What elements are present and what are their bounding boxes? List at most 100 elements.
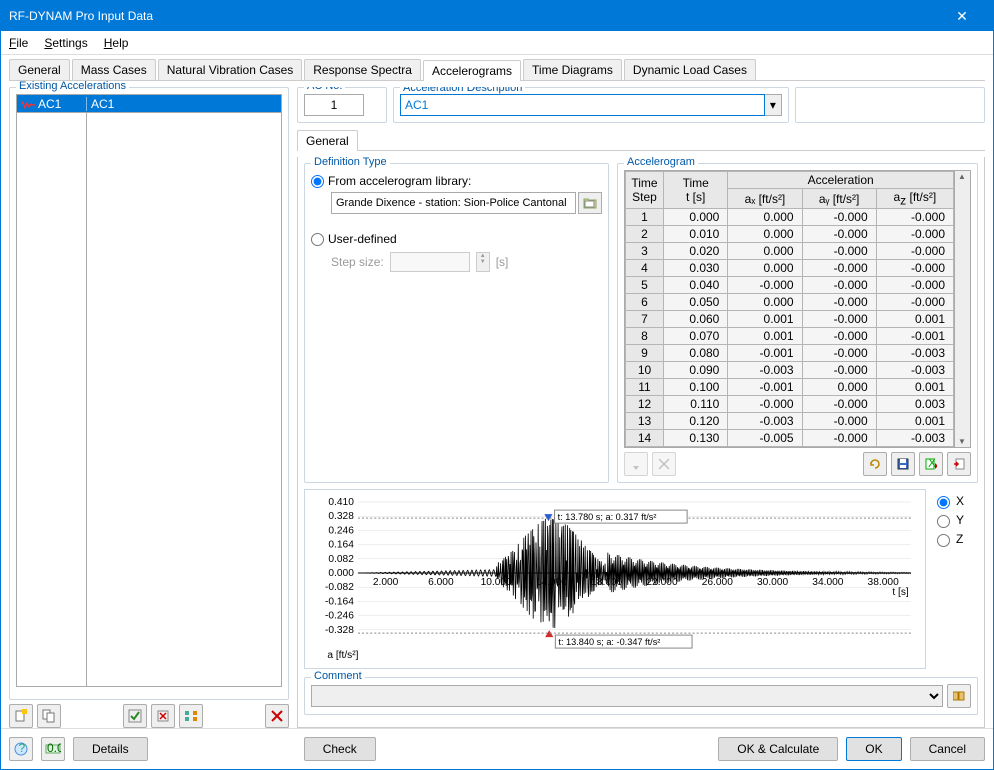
comment-input[interactable] (311, 685, 943, 707)
svg-text:0.328: 0.328 (328, 512, 354, 523)
ok-button[interactable]: OK (846, 737, 901, 761)
table-row[interactable]: 120.110-0.000-0.0000.003 (626, 396, 954, 413)
titlebar: RF-DYNAM Pro Input Data ✕ (1, 1, 993, 31)
svg-text:-0.328: -0.328 (325, 625, 354, 636)
svg-text:0.000: 0.000 (328, 568, 354, 579)
menu-help[interactable]: Help (104, 36, 129, 50)
col-time: Timet [s] (664, 172, 728, 209)
axis-selector: X Y Z (932, 489, 978, 669)
inner-tab-general[interactable]: General (297, 130, 358, 151)
unpin-button[interactable] (652, 452, 676, 476)
svg-text:30.000: 30.000 (757, 577, 789, 588)
empty-group (795, 87, 985, 123)
table-scrollbar[interactable] (954, 171, 970, 447)
table-row[interactable]: 50.040-0.000-0.000-0.000 (626, 277, 954, 294)
table-row[interactable]: 140.130-0.005-0.000-0.003 (626, 430, 954, 447)
check-button[interactable]: Check (304, 737, 376, 761)
svg-text:-0.082: -0.082 (325, 583, 354, 594)
table-row[interactable]: 10.0000.000-0.000-0.000 (626, 209, 954, 226)
reorder-button[interactable] (179, 704, 203, 728)
tab-dynamic-load-cases[interactable]: Dynamic Load Cases (624, 59, 756, 80)
accelerations-list[interactable]: AC1 AC1 (16, 94, 282, 687)
tab-accelerograms[interactable]: Accelerograms (423, 60, 521, 81)
radio-axis-z[interactable] (937, 534, 950, 547)
table-row[interactable]: 100.090-0.003-0.000-0.003 (626, 362, 954, 379)
cancel-button[interactable]: Cancel (910, 737, 985, 761)
step-spinner: ▲▼ (476, 252, 490, 272)
main-tabs: General Mass Cases Natural Vibration Cas… (9, 59, 985, 81)
svg-text:t: 13.840 s; a: -0.347 ft/s²: t: 13.840 s; a: -0.347 ft/s² (558, 638, 660, 648)
comment-library-button[interactable] (947, 684, 971, 708)
undo-button[interactable] (863, 452, 887, 476)
col-ay: aᵧ [ft/s²] (802, 189, 876, 209)
svg-text:2.000: 2.000 (373, 577, 399, 588)
table-row[interactable]: 70.0600.001-0.0000.001 (626, 311, 954, 328)
tab-time-diagrams[interactable]: Time Diagrams (523, 59, 622, 80)
radio-user-defined-label: User-defined (328, 232, 397, 246)
delete-button[interactable] (265, 704, 289, 728)
menubar: File Settings Help (1, 31, 993, 55)
details-button[interactable]: Details (73, 737, 148, 761)
accelerogram-group: Accelerogram TimeStep Timet [s] Accelera… (617, 163, 978, 483)
svg-text:-0.246: -0.246 (325, 611, 354, 622)
save-button[interactable] (891, 452, 915, 476)
close-button[interactable]: ✕ (939, 1, 985, 31)
existing-accelerations-group: Existing Accelerations AC1 AC1 (9, 87, 289, 700)
ac-description-group: Acceleration Description ▾ (393, 87, 789, 123)
units-button[interactable]: 0.00 (41, 737, 65, 761)
accelerogram-chart[interactable]: -0.328-0.246-0.164-0.0820.0000.0820.1640… (304, 489, 926, 669)
library-browse-button[interactable] (578, 192, 602, 214)
check-toggle-button[interactable] (123, 704, 147, 728)
window-title: RF-DYNAM Pro Input Data (9, 9, 939, 23)
help-button[interactable]: ? (9, 737, 33, 761)
svg-text:0.164: 0.164 (328, 540, 354, 551)
radio-user-defined[interactable] (311, 233, 324, 246)
table-row[interactable]: 130.120-0.003-0.0000.001 (626, 413, 954, 430)
step-size-input (390, 252, 470, 272)
ac-no-group: AC No. (297, 87, 387, 123)
accelerogram-table[interactable]: TimeStep Timet [s] Acceleration aₓ [ft/s… (624, 170, 971, 448)
svg-text:34.000: 34.000 (812, 577, 844, 588)
list-item[interactable]: AC1 AC1 (17, 95, 281, 113)
table-row[interactable]: 40.0300.000-0.000-0.000 (626, 260, 954, 277)
tab-natural-vibration[interactable]: Natural Vibration Cases (158, 59, 303, 80)
svg-text:0.082: 0.082 (328, 554, 354, 565)
table-row[interactable]: 80.0700.001-0.000-0.001 (626, 328, 954, 345)
tab-general[interactable]: General (9, 59, 70, 80)
col-time-step: TimeStep (626, 172, 664, 209)
table-row[interactable]: 60.0500.000-0.000-0.000 (626, 294, 954, 311)
svg-text:?: ? (19, 742, 26, 755)
table-row[interactable]: 20.0100.000-0.000-0.000 (626, 226, 954, 243)
new-button[interactable] (9, 704, 33, 728)
pin-button[interactable] (624, 452, 648, 476)
table-row[interactable]: 110.100-0.0010.0000.001 (626, 379, 954, 396)
definition-type-group: Definition Type From accelerogram librar… (304, 163, 609, 483)
library-input (331, 192, 576, 214)
delete-column-button[interactable] (151, 704, 175, 728)
import-button[interactable] (947, 452, 971, 476)
ac-description-input[interactable] (400, 94, 765, 116)
export-excel-button[interactable]: X (919, 452, 943, 476)
table-row[interactable]: 90.080-0.001-0.000-0.003 (626, 345, 954, 362)
tab-response-spectra[interactable]: Response Spectra (304, 59, 421, 80)
radio-axis-y[interactable] (937, 515, 950, 528)
tab-mass-cases[interactable]: Mass Cases (72, 59, 156, 80)
table-row[interactable]: 30.0200.000-0.000-0.000 (626, 243, 954, 260)
svg-text:a [ft/s²]: a [ft/s²] (327, 650, 358, 661)
svg-text:0.246: 0.246 (328, 526, 354, 537)
ac-no-input[interactable] (304, 94, 364, 116)
col-ax: aₓ [ft/s²] (728, 189, 802, 209)
svg-text:0.00: 0.00 (47, 742, 61, 755)
radio-axis-x[interactable] (937, 496, 950, 509)
copy-button[interactable] (37, 704, 61, 728)
svg-text:t [s]: t [s] (892, 587, 909, 598)
accel-icon (21, 99, 35, 109)
chevron-down-icon[interactable]: ▾ (765, 94, 782, 116)
existing-accelerations-legend: Existing Accelerations (16, 81, 129, 92)
menu-settings[interactable]: Settings (44, 36, 87, 50)
ok-calculate-button[interactable]: OK & Calculate (718, 737, 838, 761)
menu-file[interactable]: File (9, 36, 28, 50)
ac-description-legend: Acceleration Description (400, 87, 525, 94)
col-az: az [ft/s²] (876, 189, 953, 209)
radio-from-library[interactable] (311, 175, 324, 188)
